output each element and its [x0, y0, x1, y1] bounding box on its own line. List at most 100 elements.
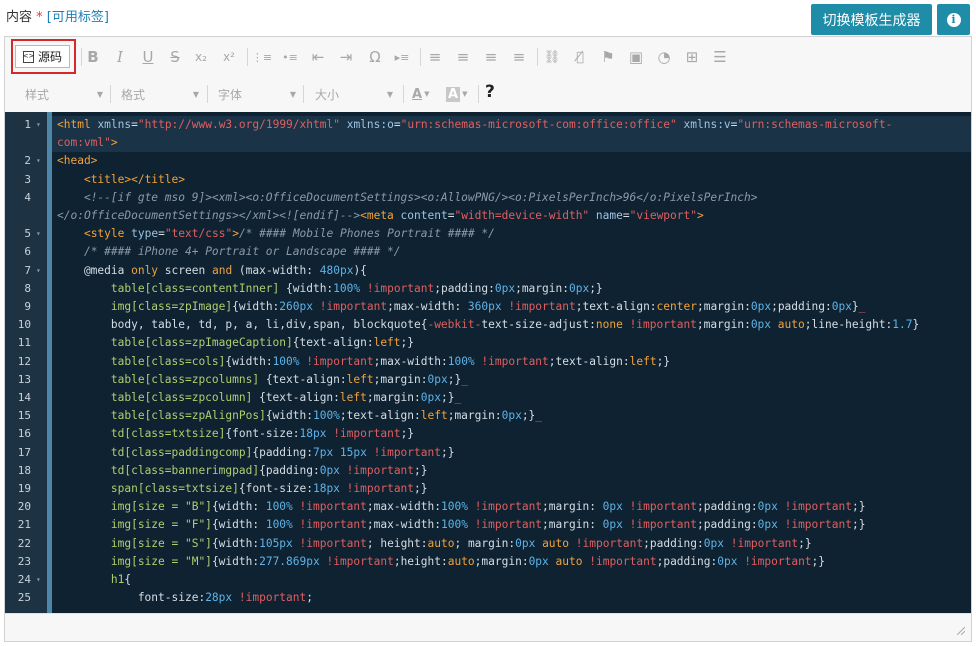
line-number: 21: [17, 518, 31, 532]
toolbar-divider: [247, 48, 248, 66]
code-text: span[class=txtsize]{font-size:18px !impo…: [110, 482, 428, 495]
source-button[interactable]: <> 源码: [15, 45, 70, 68]
toolbar-divider: [420, 48, 421, 66]
table-icon[interactable]: ⊞: [683, 48, 701, 66]
code-text: td[class=paddingcomp]{padding:7px 15px !…: [110, 445, 455, 459]
line-number: 20: [17, 500, 31, 514]
line-number: 25: [17, 591, 31, 605]
subscript-icon[interactable]: x₂: [192, 48, 210, 66]
format-dropdown[interactable]: 格式 ▼: [121, 84, 199, 104]
code-line: 12 table[class=cols]{width:100% !importa…: [5, 353, 971, 371]
style-dropdown-label: 样式: [25, 87, 50, 102]
code-line: 9 img[class=zpImage]{width:260px !import…: [5, 298, 971, 316]
toolbar-divider: [403, 85, 404, 103]
code-line: 19 span[class=txtsize]{font-size:18px !i…: [5, 480, 971, 498]
outdent-icon[interactable]: ⇤: [309, 48, 327, 66]
horizontal-rule-icon[interactable]: ☰: [711, 48, 729, 66]
strikethrough-icon[interactable]: S: [166, 48, 184, 66]
chevron-down-icon: ▼: [462, 90, 468, 98]
image-icon[interactable]: ▣: [627, 48, 645, 66]
code-text: /* #### iPhone 4+ Portrait or Landscape …: [83, 245, 401, 259]
code-text: img[size = "F"]{width: 100% !important;m…: [110, 518, 866, 532]
code-text: table[class=zpcolumns] {text-align:left;…: [110, 372, 468, 386]
content-label-text: 内容: [6, 10, 33, 25]
font-dropdown[interactable]: 字体 ▼: [218, 84, 296, 104]
fold-toggle-icon[interactable]: ▾: [36, 152, 41, 170]
line-number: 9: [24, 300, 31, 313]
available-tags-link[interactable]: [可用标签]: [47, 10, 109, 25]
link-icon[interactable]: ⛓: [543, 48, 561, 66]
editor-status-bar: [5, 613, 971, 641]
superscript-icon[interactable]: x²: [220, 48, 238, 66]
source-icon: <>: [23, 50, 34, 63]
info-button[interactable]: i: [937, 4, 970, 35]
code-line: 21 img[size = "F"]{width: 100% !importan…: [5, 516, 971, 534]
unlink-icon[interactable]: ⛓̸: [571, 48, 589, 66]
code-text: <html xmlns="http://www.w3.org/1999/xhtm…: [57, 118, 893, 131]
bold-icon[interactable]: B: [84, 48, 102, 66]
source-code-editor[interactable]: 1 ▾ <html xmlns="http://www.w3.org/1999/xh…: [5, 112, 971, 613]
background-color-button[interactable]: A ▼: [446, 84, 467, 104]
format-dropdown-label: 格式: [121, 87, 146, 102]
indent-icon[interactable]: ⇥: [337, 48, 355, 66]
align-right-icon[interactable]: ≡: [482, 48, 500, 66]
align-center-icon[interactable]: ≡: [454, 48, 472, 66]
info-icon: i: [946, 12, 961, 27]
special-character-icon[interactable]: Ω: [366, 48, 384, 66]
align-justify-icon[interactable]: ≡: [510, 48, 528, 66]
content-label: 内容 * [可用标签]: [6, 6, 109, 25]
code-line: 13 table[class=zpcolumns] {text-align:le…: [5, 371, 971, 389]
fold-toggle-icon[interactable]: ▾: [36, 262, 41, 280]
code-line: 1 ▾ <html xmlns="http://www.w3.org/1999/xh…: [5, 116, 971, 134]
fold-toggle-icon[interactable]: ▾: [36, 571, 41, 589]
switch-template-generator-button[interactable]: 切换模板生成器: [811, 4, 932, 35]
editor-toolbar-row-2: 样式 ▼ 格式 ▼ 字体 ▼ 大小 ▼ A ▼ A ▼ ?: [5, 77, 971, 111]
line-number: 12: [17, 354, 31, 368]
size-dropdown[interactable]: 大小 ▼: [315, 84, 393, 104]
code-text: </o:OfficeDocumentSettings></xml><![endi…: [57, 209, 704, 222]
italic-icon[interactable]: I: [111, 48, 129, 66]
toolbar-divider: [303, 85, 304, 103]
align-left-icon[interactable]: ≡: [426, 48, 444, 66]
anchor-flag-icon[interactable]: ⚑: [599, 48, 617, 66]
bulleted-list-icon[interactable]: •≡: [281, 48, 299, 66]
help-button[interactable]: ?: [485, 82, 495, 102]
fold-toggle-icon[interactable]: ▾: [36, 225, 41, 243]
source-label: 源码: [37, 50, 62, 64]
resize-grip-icon[interactable]: [955, 625, 965, 635]
chevron-down-icon: ▼: [386, 89, 393, 99]
code-line: 20 img[size = "B"]{width: 100% !importan…: [5, 498, 971, 516]
toolbar-divider: [81, 48, 82, 66]
blockquote-icon[interactable]: ▸≡: [393, 48, 411, 66]
code-line: 18 td[class=bannerimgpad]{padding:0px !i…: [5, 462, 971, 480]
line-number: 14: [17, 391, 31, 404]
line-number: 15: [17, 409, 31, 423]
code-text: <!--[if gte mso 9]><xml><o:OfficeDocumen…: [83, 190, 758, 204]
line-number: 6: [24, 245, 31, 259]
code-text: td[class=bannerimgpad]{padding:0px !impo…: [110, 463, 428, 477]
line-number: 11: [17, 336, 31, 350]
code-line: 4 <!--[if gte mso 9]><xml><o:OfficeDocum…: [5, 189, 971, 207]
numbered-list-icon[interactable]: ⋮≡: [252, 48, 272, 66]
size-dropdown-label: 大小: [315, 87, 340, 102]
line-number: 18: [17, 463, 31, 477]
code-text: <style type="text/css">/* #### Mobile Ph…: [83, 227, 495, 241]
code-text: table[class=zpImageCaption]{text-align:l…: [110, 336, 415, 350]
code-text: img[size = "B"]{width: 100% !important;m…: [110, 500, 866, 514]
rich-text-editor: <> 源码 B I U S x₂ x² ⋮≡ •≡ ⇤ ⇥ Ω ▸≡ ≡ ≡ ≡…: [4, 36, 972, 642]
code-text: body, table, td, p, a, li,div,span, bloc…: [57, 318, 920, 332]
code-line: 8 table[class=contentInner] {width:100% …: [5, 280, 971, 298]
style-dropdown[interactable]: 样式 ▼: [25, 84, 103, 104]
flash-icon[interactable]: ◔: [655, 48, 673, 66]
text-color-button[interactable]: A ▼: [412, 84, 429, 104]
fold-toggle-icon[interactable]: ▾: [36, 116, 41, 134]
code-text: table[class=contentInner] {width:100% !i…: [110, 281, 603, 295]
code-text: h1{: [110, 573, 132, 586]
code-line: 10 body, table, td, p, a, li,div,span, b…: [5, 316, 971, 334]
line-number: 5: [24, 227, 31, 241]
line-number: 13: [17, 372, 31, 386]
underline-icon[interactable]: U: [139, 48, 157, 66]
code-line: 5 ▾ <style type="text/css">/* #### Mobile…: [5, 225, 971, 243]
code-line: 3 <title></title>: [5, 171, 971, 189]
code-line: 2 ▾ <head>: [5, 152, 971, 170]
